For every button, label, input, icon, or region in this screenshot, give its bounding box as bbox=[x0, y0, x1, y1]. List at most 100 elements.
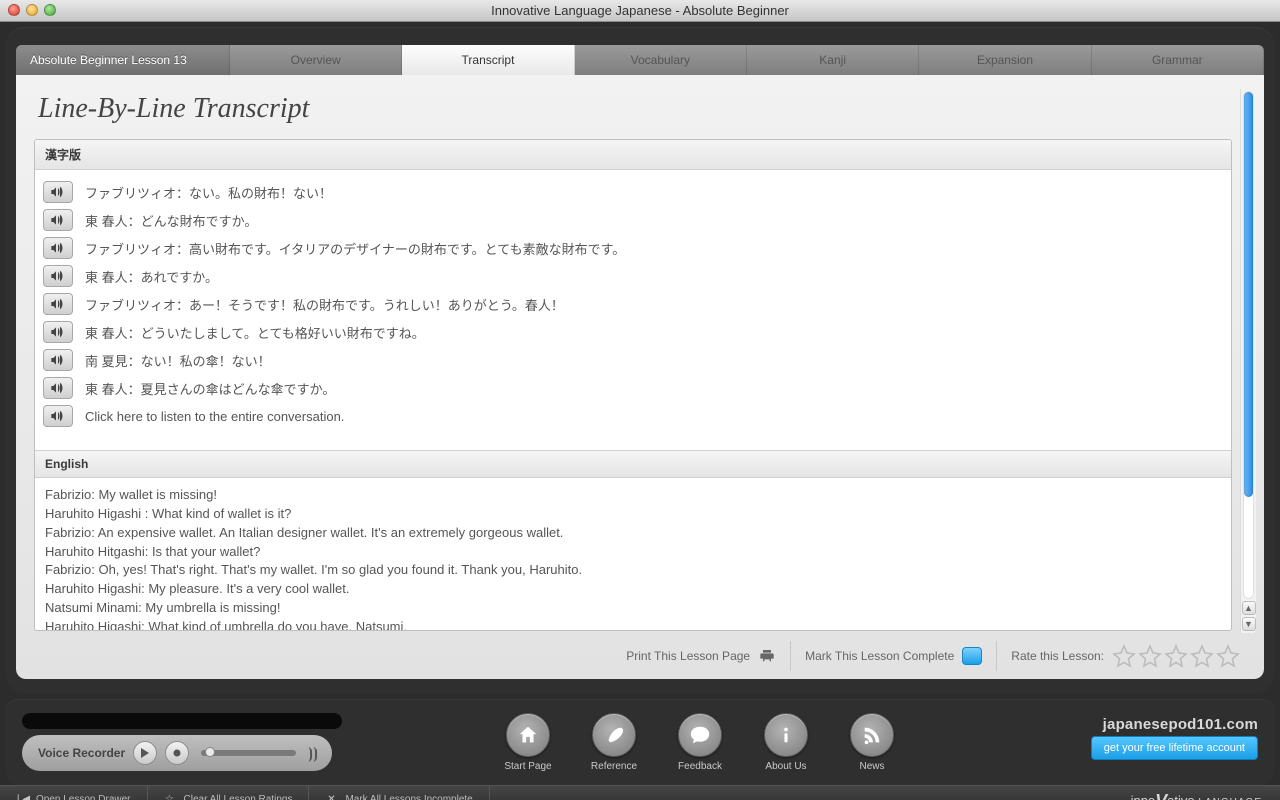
clear-all-ratings-button[interactable]: ☆ Clear All Lesson Ratings bbox=[148, 786, 310, 800]
tab-transcript[interactable]: Transcript bbox=[402, 45, 574, 75]
transcript-line: ファブリツィオ：あー！そうです！私の財布です。うれしい！ありがとう。春人！ bbox=[43, 290, 1221, 318]
transcript-line: ファブリツィオ：高い財布です。イタリアのデザイナーの財布です。とても素敵な財布で… bbox=[43, 234, 1221, 262]
transcript-line-text: Click here to listen to the entire conve… bbox=[85, 409, 344, 424]
panel-action-bar: Print This Lesson Page Mark This Lesson … bbox=[34, 641, 1240, 671]
audio-player: Voice Recorder ⦘⦘ bbox=[22, 713, 342, 771]
page-title: Line-By-Line Transcript bbox=[34, 89, 1232, 139]
transcript-line: ファブリツィオ：ない。私の財布！ない！ bbox=[43, 178, 1221, 206]
play-audio-button[interactable] bbox=[43, 405, 73, 427]
brand-logo: innoVative LANGUAGE bbox=[1131, 789, 1280, 800]
transcript-line-text: ファブリツィオ：ない。私の財布！ない！ bbox=[85, 183, 332, 202]
nav-feedback-label: Feedback bbox=[678, 761, 722, 772]
nav-reference-label: Reference bbox=[591, 761, 637, 772]
open-lesson-drawer-button[interactable]: ❘◀ Open Lesson Drawer bbox=[0, 786, 148, 800]
nav-news-label: News bbox=[859, 761, 884, 772]
scroll-up-button[interactable]: ▲ bbox=[1242, 601, 1256, 615]
play-audio-button[interactable] bbox=[43, 377, 73, 399]
minimize-window-button[interactable] bbox=[26, 4, 38, 16]
drawer-icon: ❘◀ bbox=[16, 794, 28, 800]
recorder-volume-slider[interactable] bbox=[201, 750, 296, 756]
rate-group: Rate this Lesson: bbox=[996, 641, 1240, 671]
transcript-line-text: 東 春人：夏見さんの傘はどんな傘ですか。 bbox=[85, 379, 335, 398]
star-1[interactable] bbox=[1112, 644, 1136, 668]
nav-buttons: Start Page Reference Feedback About Us N… bbox=[342, 713, 1058, 772]
rate-label: Rate this Lesson: bbox=[1011, 649, 1104, 663]
play-audio-button[interactable] bbox=[43, 321, 73, 343]
window-titlebar: Innovative Language Japanese - Absolute … bbox=[0, 0, 1280, 22]
mark-complete-checkbox[interactable] bbox=[962, 647, 982, 665]
star-2[interactable] bbox=[1138, 644, 1162, 668]
clear-all-ratings-label: Clear All Lesson Ratings bbox=[184, 794, 293, 800]
open-lesson-drawer-label: Open Lesson Drawer bbox=[36, 794, 131, 800]
play-audio-button[interactable] bbox=[43, 181, 73, 203]
play-audio-button[interactable] bbox=[43, 237, 73, 259]
star-5[interactable] bbox=[1216, 644, 1240, 668]
transcript-line-text: ファブリツィオ：高い財布です。イタリアのデザイナーの財布です。とても素敵な財布で… bbox=[85, 239, 625, 258]
mark-complete-group[interactable]: Mark This Lesson Complete bbox=[790, 641, 982, 671]
transcript-line-text: 東 春人：どういたしまして。とても格好いい財布ですね。 bbox=[85, 323, 425, 342]
x-icon: ✕ bbox=[325, 794, 337, 800]
kanji-lines: ファブリツィオ：ない。私の財布！ない！ 東 春人：どんな財布ですか。ファブリツィオ… bbox=[35, 170, 1231, 450]
lesson-label-tab: Absolute Beginner Lesson 13 bbox=[16, 45, 230, 75]
mark-all-incomplete-label: Mark All Lessons Incomplete bbox=[345, 794, 472, 800]
lesson-label-text: Absolute Beginner Lesson 13 bbox=[30, 53, 187, 67]
voice-recorder-label: Voice Recorder bbox=[38, 746, 125, 760]
transcript-line: 東 春人：あれですか。 bbox=[43, 262, 1221, 290]
nav-news[interactable]: News bbox=[843, 713, 901, 772]
slider-knob[interactable] bbox=[205, 747, 215, 757]
panel-inner: Line-By-Line Transcript 漢字版 ファブリツィオ：ない。私… bbox=[16, 75, 1240, 679]
audio-progress-track[interactable] bbox=[22, 713, 342, 729]
scroll-thumb[interactable] bbox=[1244, 92, 1253, 497]
volume-icon: ⦘⦘ bbox=[308, 745, 318, 762]
transcript-line: Click here to listen to the entire conve… bbox=[43, 402, 1221, 430]
info-icon bbox=[764, 713, 808, 757]
zoom-window-button[interactable] bbox=[44, 4, 56, 16]
tab-kanji[interactable]: Kanji bbox=[747, 45, 919, 75]
star-3[interactable] bbox=[1164, 644, 1188, 668]
tab-vocabulary[interactable]: Vocabulary bbox=[575, 45, 747, 75]
tab-grammar[interactable]: Grammar bbox=[1092, 45, 1264, 75]
play-audio-button[interactable] bbox=[43, 293, 73, 315]
star-outline-icon: ☆ bbox=[164, 794, 176, 800]
promo-site[interactable]: japanesepod101.com bbox=[1103, 716, 1258, 733]
vertical-scrollbar[interactable]: ▲ ▼ bbox=[1240, 89, 1256, 633]
mark-complete-label: Mark This Lesson Complete bbox=[805, 649, 954, 663]
printer-icon bbox=[758, 648, 776, 664]
tab-expansion[interactable]: Expansion bbox=[919, 45, 1091, 75]
play-audio-button[interactable] bbox=[43, 265, 73, 287]
nav-about-us[interactable]: About Us bbox=[757, 713, 815, 772]
nav-about-us-label: About Us bbox=[765, 761, 806, 772]
scroll-track[interactable] bbox=[1243, 91, 1254, 599]
lower-dark-bar: Voice Recorder ⦘⦘ Start Page Reference F… bbox=[6, 699, 1274, 785]
print-group[interactable]: Print This Lesson Page bbox=[612, 641, 776, 671]
traffic-lights bbox=[8, 4, 56, 16]
kanji-section-header: 漢字版 bbox=[35, 140, 1231, 170]
transcript-line-text: 南 夏見：ない！私の傘！ない！ bbox=[85, 351, 271, 370]
transcript-line: 南 夏見：ない！私の傘！ない！ bbox=[43, 346, 1221, 374]
content-panel: Line-By-Line Transcript 漢字版 ファブリツィオ：ない。私… bbox=[16, 75, 1264, 679]
play-audio-button[interactable] bbox=[43, 209, 73, 231]
play-audio-button[interactable] bbox=[43, 349, 73, 371]
recorder-record-button[interactable] bbox=[165, 741, 189, 765]
mark-all-incomplete-button[interactable]: ✕ Mark All Lessons Incomplete bbox=[309, 786, 489, 800]
close-window-button[interactable] bbox=[8, 4, 20, 16]
transcript-line-text: 東 春人：あれですか。 bbox=[85, 267, 218, 286]
transcript-line-text: 東 春人：どんな財布ですか。 bbox=[85, 211, 257, 230]
scroll-down-button[interactable]: ▼ bbox=[1242, 617, 1256, 631]
star-4[interactable] bbox=[1190, 644, 1214, 668]
print-label: Print This Lesson Page bbox=[626, 649, 750, 663]
app-chrome: Absolute Beginner Lesson 13 Overview Tra… bbox=[6, 27, 1274, 693]
nav-start-page-label: Start Page bbox=[504, 761, 551, 772]
feather-icon bbox=[592, 713, 636, 757]
english-section-header: English bbox=[35, 450, 1231, 478]
transcript-line: 東 春人：夏見さんの傘はどんな傘ですか。 bbox=[43, 374, 1221, 402]
nav-reference[interactable]: Reference bbox=[585, 713, 643, 772]
tab-overview[interactable]: Overview bbox=[230, 45, 402, 75]
recorder-play-button[interactable] bbox=[133, 741, 157, 765]
nav-feedback[interactable]: Feedback bbox=[671, 713, 729, 772]
voice-recorder: Voice Recorder ⦘⦘ bbox=[22, 735, 332, 771]
promo-cta-button[interactable]: get your free lifetime account bbox=[1091, 736, 1258, 760]
nav-start-page[interactable]: Start Page bbox=[499, 713, 557, 772]
home-icon bbox=[506, 713, 550, 757]
transcript-line: 東 春人：どういたしまして。とても格好いい財布ですね。 bbox=[43, 318, 1221, 346]
